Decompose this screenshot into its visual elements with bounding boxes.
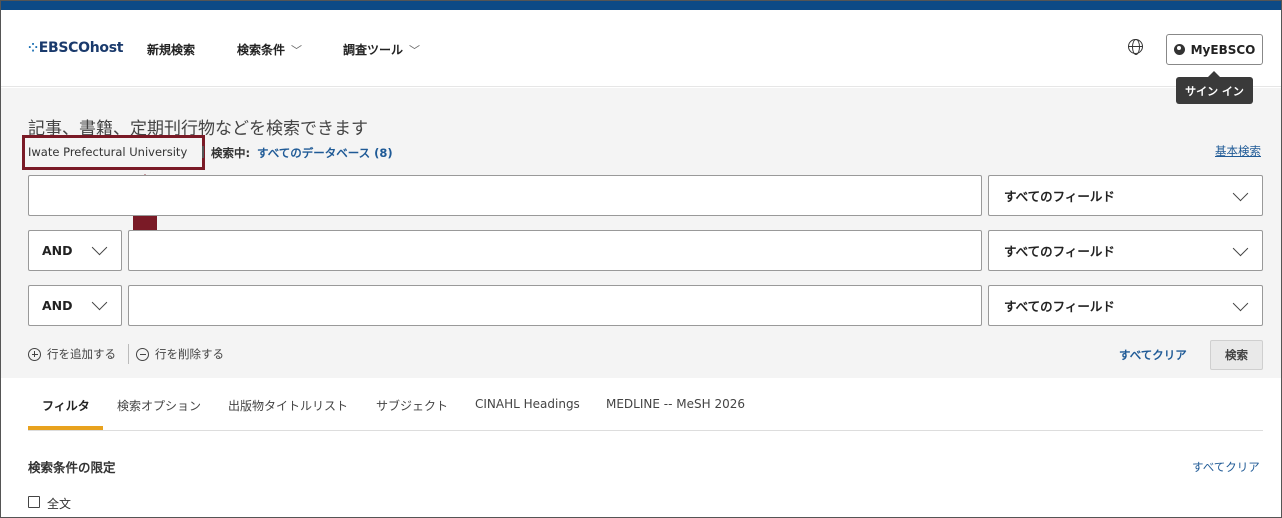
top-brand-stripe — [0, 0, 1282, 10]
boolean-operator-select-3[interactable]: AND — [28, 285, 122, 326]
nav-search-history[interactable]: 検索条件 ﹀ — [237, 41, 302, 58]
chevron-down-icon — [1232, 295, 1249, 312]
chevron-down-icon — [1232, 185, 1249, 202]
fulltext-checkbox[interactable] — [28, 496, 40, 508]
field-select-3[interactable]: すべてのフィールド — [988, 285, 1263, 326]
globe-icon[interactable] — [1128, 39, 1143, 55]
field-select-value: すべてのフィールド — [1004, 244, 1115, 259]
limiters-clear-all-link[interactable]: すべてクリア — [1192, 459, 1260, 475]
basic-search-link[interactable]: 基本検索 — [1215, 143, 1261, 159]
minus-circle-icon — [136, 347, 149, 361]
chevron-down-icon — [1232, 240, 1249, 257]
search-button[interactable]: 検索 — [1210, 340, 1263, 370]
user-icon — [1173, 44, 1185, 55]
chevron-down-icon — [91, 294, 108, 311]
nav-search-history-label: 検索条件 — [237, 43, 286, 57]
nav-new-search[interactable]: 新規検索 — [147, 41, 195, 58]
tab-filters[interactable]: フィルタ — [42, 397, 90, 414]
top-header: ⁘EBSCOhost 新規検索 検索条件 ﹀ 調査ツール ﹀ MyEBSCO — [0, 10, 1282, 87]
tab-subjects[interactable]: サブジェクト — [376, 397, 448, 414]
myebsco-button[interactable]: MyEBSCO — [1166, 34, 1263, 65]
field-select-value: すべてのフィールド — [1004, 299, 1115, 314]
remove-row-label: 行を削除する — [155, 347, 224, 361]
institution-name: Iwate Prefectural University — [28, 145, 188, 159]
remove-row-button[interactable]: 行を削除する — [136, 346, 224, 362]
ebscohost-logo[interactable]: ⁘EBSCOhost — [28, 40, 123, 56]
tab-mesh[interactable]: MEDLINE -- MeSH 2026 — [606, 397, 745, 411]
database-selector-link[interactable]: すべてのデータベース (8) — [257, 145, 393, 161]
tab-publications[interactable]: 出版物タイトルリスト — [228, 397, 348, 414]
limiters-heading: 検索条件の限定 — [28, 460, 116, 475]
nav-research-tools-label: 調査ツール — [343, 43, 404, 57]
myebsco-label: MyEBSCO — [1190, 42, 1256, 57]
sign-in-tooltip-text: サイン イン — [1185, 84, 1244, 98]
clear-all-button[interactable]: すべてクリア — [1119, 347, 1187, 363]
field-select-2[interactable]: すべてのフィールド — [988, 230, 1263, 271]
boolean-operator-value: AND — [42, 243, 73, 258]
sign-in-tooltip: サイン イン — [1176, 71, 1253, 104]
logo-mark-icon: ⁘ — [28, 41, 38, 55]
search-term-input-2[interactable] — [128, 230, 982, 271]
divider — [202, 146, 204, 158]
tab-cinahl-headings[interactable]: CINAHL Headings — [475, 397, 580, 411]
searching-label: 検索中: — [211, 146, 251, 160]
fulltext-label[interactable]: 全文 — [47, 495, 71, 512]
nav-research-tools[interactable]: 調査ツール ﹀ — [343, 41, 420, 58]
search-term-input-1[interactable] — [28, 175, 982, 216]
tabs-divider — [28, 430, 1263, 431]
chevron-down-icon: ﹀ — [409, 44, 421, 57]
add-row-label: 行を追加する — [47, 347, 116, 361]
nav-new-search-label: 新規検索 — [147, 43, 196, 57]
search-term-input-3[interactable] — [128, 285, 982, 326]
logo-text: EBSCOhost — [38, 40, 124, 56]
boolean-operator-select-2[interactable]: AND — [28, 230, 122, 271]
chevron-down-icon — [91, 239, 108, 256]
add-row-button[interactable]: 行を追加する — [28, 346, 116, 362]
boolean-operator-value: AND — [42, 298, 73, 313]
field-select-value: すべてのフィールド — [1004, 189, 1115, 204]
chevron-down-icon: ﹀ — [291, 44, 303, 57]
divider — [128, 344, 129, 364]
field-select-1[interactable]: すべてのフィールド — [988, 175, 1263, 216]
tab-search-options[interactable]: 検索オプション — [117, 397, 201, 414]
plus-circle-icon — [28, 347, 41, 361]
